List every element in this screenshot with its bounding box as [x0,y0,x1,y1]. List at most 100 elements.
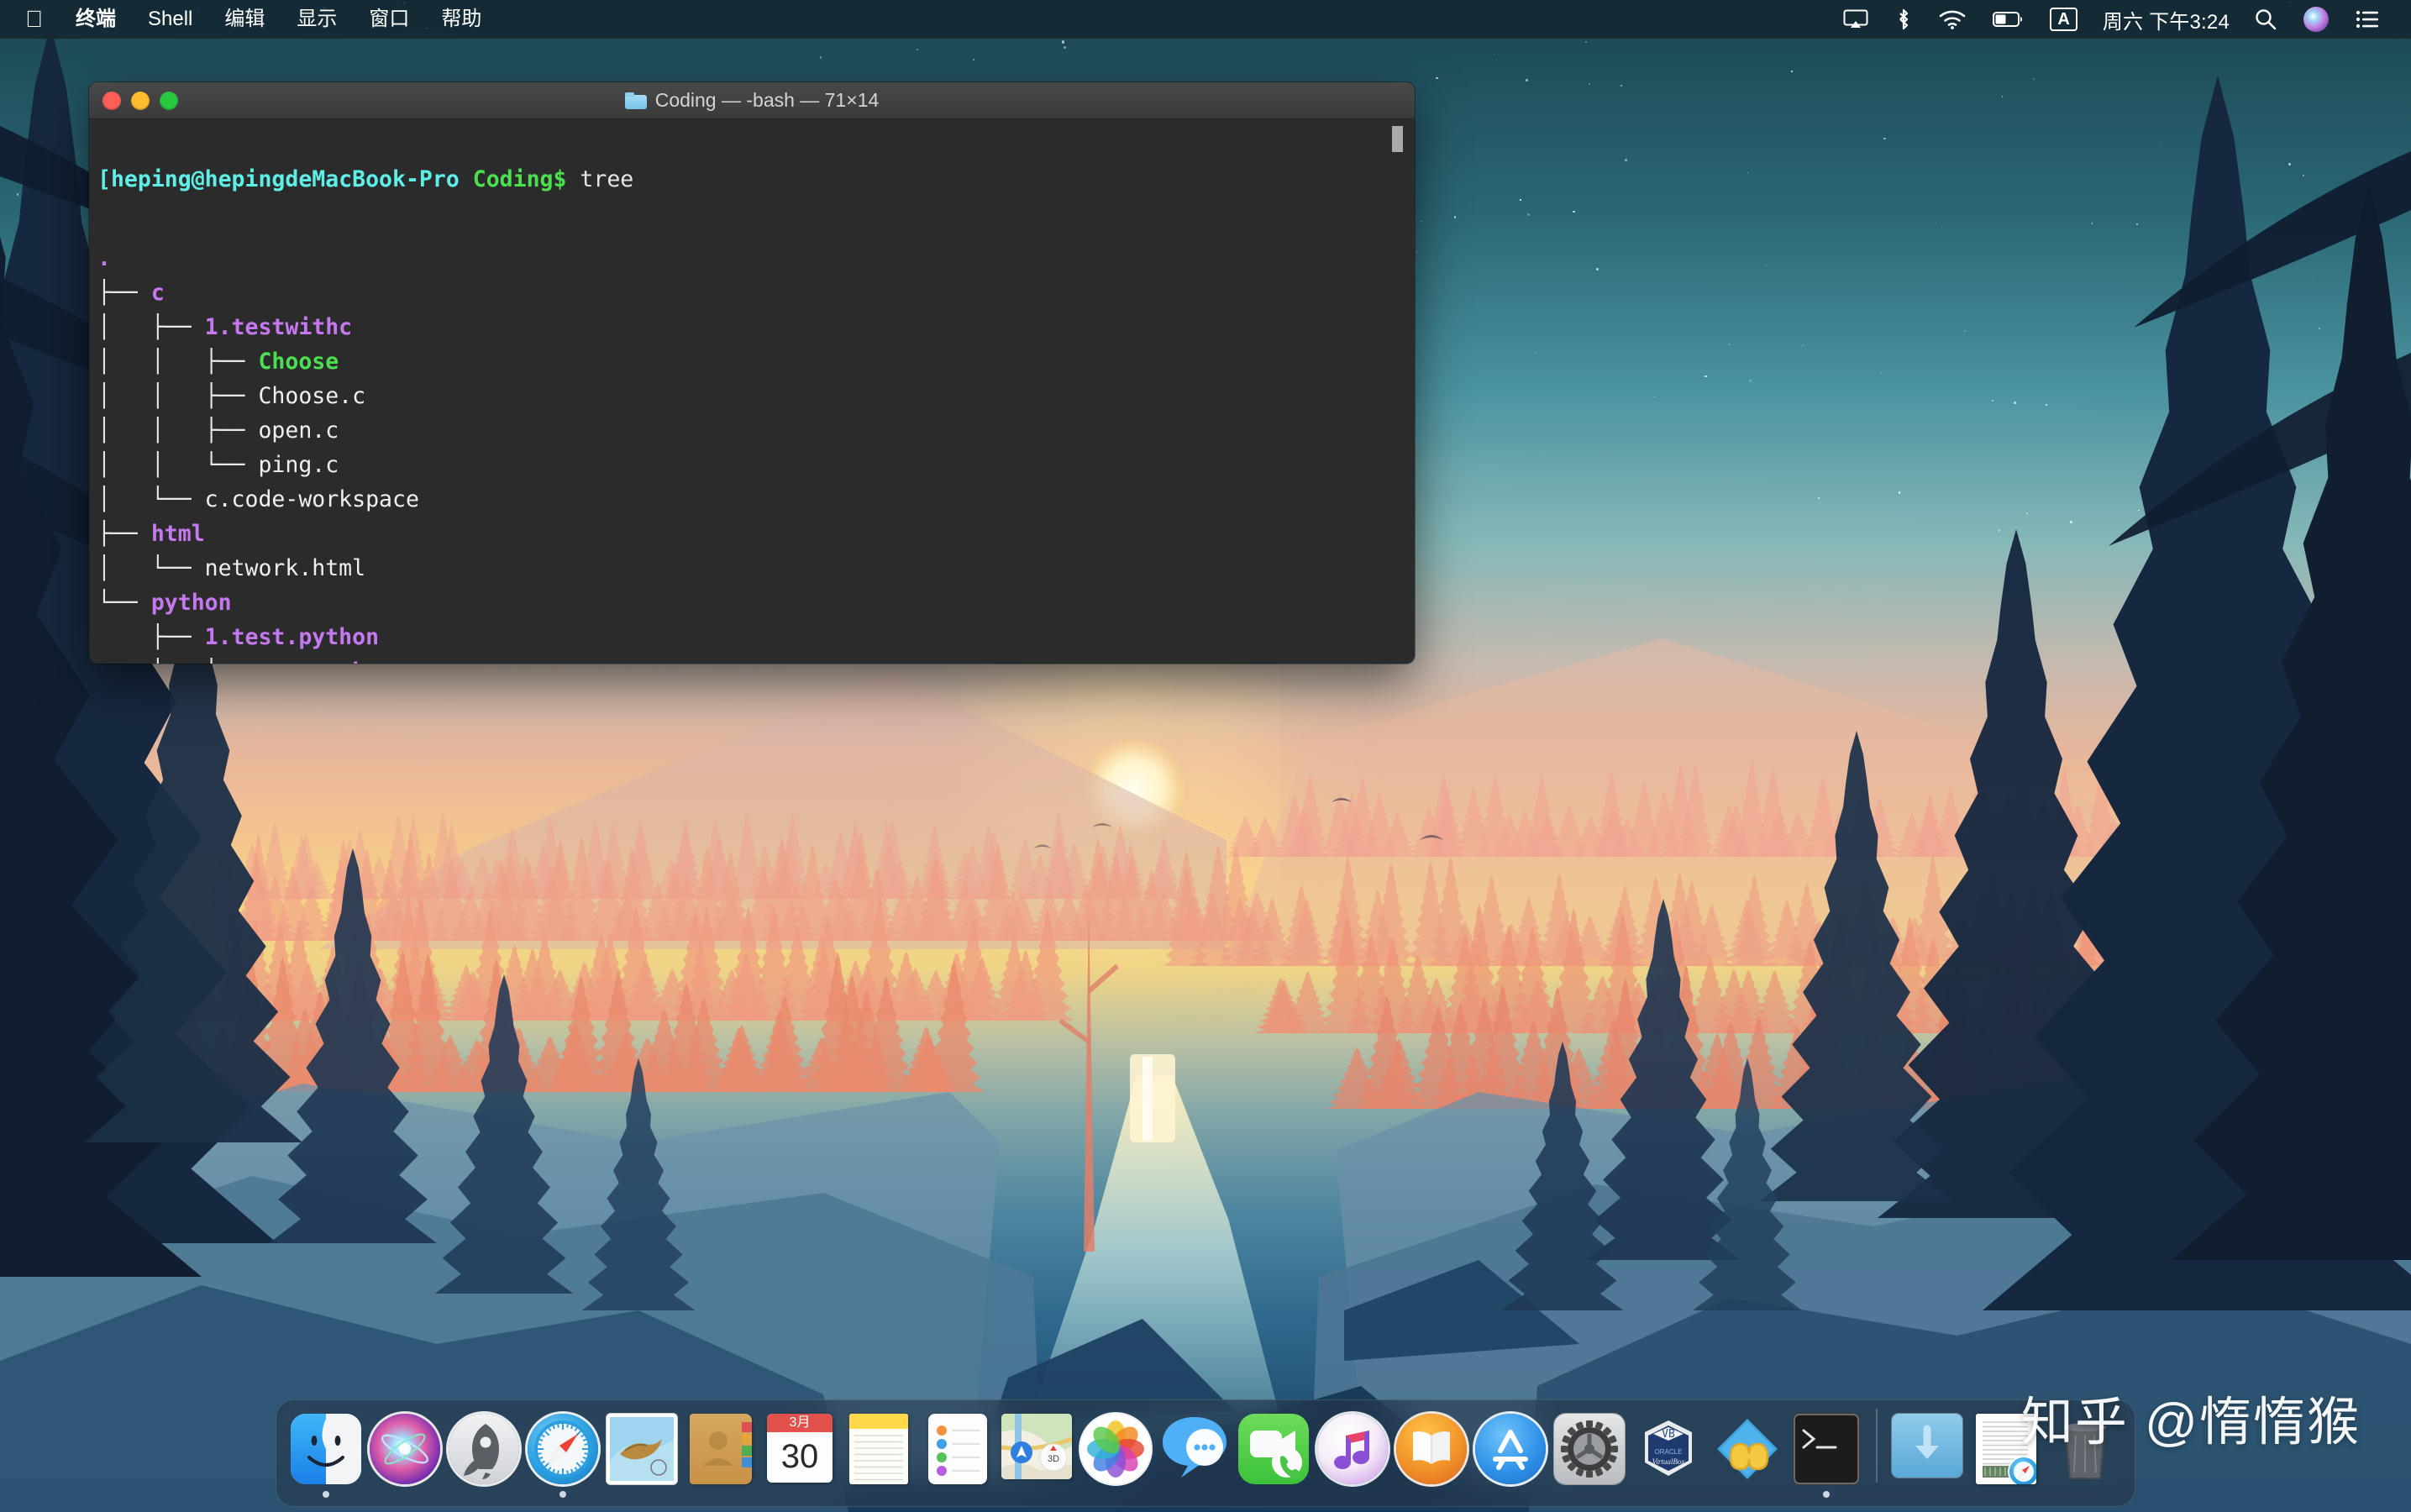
dock-downloads-stack[interactable] [1888,1405,1967,1498]
running-indicator [559,1491,566,1498]
dock-terminal[interactable] [1787,1405,1866,1498]
shell-command: tree [580,166,634,192]
dock-mail-icon [607,1414,677,1484]
tree-line: │ └── c.code-workspace [97,486,1415,523]
running-indicator [402,1491,408,1498]
running-indicator [1744,1491,1751,1498]
dock-contacts-icon [685,1414,756,1484]
tree-branch-glyph: │ │ ├── [97,349,259,375]
running-indicator [638,1491,645,1498]
dock-reminders-icon [922,1414,993,1484]
shell-prompt-user: [heping@hepingdeMacBook-Pro [97,166,460,192]
dock-launchpad[interactable] [444,1405,523,1498]
airplay-icon[interactable] [1830,9,1882,29]
minimize-button[interactable] [131,91,150,110]
svg-text:ORACLE: ORACLE [1655,1448,1683,1456]
tree-command-output: . ├── c │ ├── 1.testwithc │ │ ├── Choose │ │… [97,245,1415,664]
tree-branch-glyph: └── [97,590,151,616]
running-indicator [1507,1491,1514,1498]
dock-books[interactable] [1392,1405,1471,1498]
terminal-output-area[interactable]: [heping@hepingdeMacBook-Pro Coding$ tree… [89,119,1415,664]
tree-branch-glyph: │ │ └── [97,452,259,478]
tree-line: │ │ ├── open.c [97,417,1415,454]
tree-branch-glyph: ├── [97,280,151,306]
dock-calendar[interactable]: 3月 30 [760,1405,839,1498]
tree-branch-glyph: ├── [97,624,205,650]
tree-line: ├── html [97,522,1415,558]
dock-photos[interactable] [1076,1405,1155,1498]
svg-text:VirtualBox: VirtualBox [1652,1457,1685,1466]
battery-icon[interactable] [1979,11,2036,28]
running-indicator [2003,1491,2009,1498]
dock-itunes[interactable] [1313,1405,1392,1498]
dock-separator [1876,1409,1878,1483]
terminal-title-bar[interactable]: Coding — -bash — 71×14 [89,82,1415,119]
apple-logo-icon[interactable]:  [18,0,60,39]
dock-messages[interactable] [1155,1405,1234,1498]
running-indicator [1033,1491,1040,1498]
menu-edit[interactable]: 编辑 [208,0,281,39]
dock-reminders[interactable] [918,1405,997,1498]
tree-line: │ │ ├── Choose [97,349,1415,386]
tree-branch-glyph: │ └── [97,486,205,512]
dock-facetime[interactable] [1234,1405,1313,1498]
terminal-window[interactable]: Coding — -bash — 71×14 [heping@hepingdeM… [89,82,1415,664]
tree-entry-name: open.c [258,417,339,444]
tree-branch-glyph: │ ├── [97,659,258,664]
menu-window[interactable]: 窗口 [353,0,425,39]
menu-view[interactable]: 显示 [281,0,353,39]
control-center-icon[interactable] [2342,9,2394,29]
watermark: 知乎 @惰惰猴 [2020,1394,2361,1452]
close-button[interactable] [102,91,121,110]
tree-line: │ ├── __pycache__ [97,659,1415,664]
tree-entry-name: . [97,245,111,271]
dock-downloads-stack-icon [1892,1414,1962,1484]
siri-icon[interactable] [2290,7,2342,32]
tree-entry-name: Choose [258,349,339,375]
dock-maps-icon: 3D [1001,1414,1072,1484]
running-indicator [481,1491,487,1498]
wifi-icon[interactable] [1925,9,1979,29]
dock-appstore[interactable] [1471,1405,1550,1498]
dock-itunes-icon [1317,1414,1388,1484]
tree-branch-glyph: │ └── [97,555,205,581]
tree-entry-name: 1.testwithc [204,314,353,340]
menu-bar-clock[interactable]: 周六 下午3:24 [2091,5,2241,34]
dock-anaconda-icon [1712,1414,1783,1484]
tree-line: │ ├── 1.testwithc [97,314,1415,351]
running-indicator [1349,1491,1356,1498]
menu-terminal[interactable]: 终端 [60,0,132,39]
running-indicator [1823,1491,1830,1498]
dock-virtualbox[interactable]: VB ORACLE VirtualBox [1629,1405,1708,1498]
bluetooth-icon[interactable] [1882,8,1925,31]
running-indicator [1665,1491,1672,1498]
menu-shell[interactable]: Shell [132,0,208,39]
dock-safari-icon [528,1414,598,1484]
input-source-icon[interactable]: A [2036,8,2090,31]
dock-safari[interactable] [523,1405,602,1498]
zoom-button[interactable] [160,91,178,110]
dock-terminal-icon [1791,1414,1862,1484]
dock-anaconda[interactable] [1708,1405,1787,1498]
running-indicator [1270,1491,1277,1498]
dock-mail[interactable] [602,1405,681,1498]
search-icon[interactable] [2241,8,2290,30]
dock-siri[interactable] [365,1405,444,1498]
tree-line: ├── c [97,280,1415,317]
terminal-title: Coding — -bash — 71×14 [89,89,1415,112]
dock[interactable]: 3月 30 3D VB ORACLE VirtualBox [276,1399,2135,1507]
dock-books-icon [1396,1414,1467,1484]
dock-maps[interactable]: 3D [997,1405,1076,1498]
dock-contacts[interactable] [681,1405,760,1498]
dock-finder[interactable] [286,1405,365,1498]
tree-entry-name: c [150,280,165,306]
tree-branch-glyph: │ ├── [97,314,205,340]
menu-help[interactable]: 帮助 [425,0,497,39]
tree-branch-glyph: │ │ ├── [97,417,259,444]
dock-launchpad-icon [449,1414,519,1484]
dock-system-preferences[interactable] [1550,1405,1629,1498]
running-indicator [1428,1491,1435,1498]
dock-notes[interactable] [839,1405,918,1498]
tree-entry-name: python [150,590,232,616]
running-indicator [323,1491,329,1498]
